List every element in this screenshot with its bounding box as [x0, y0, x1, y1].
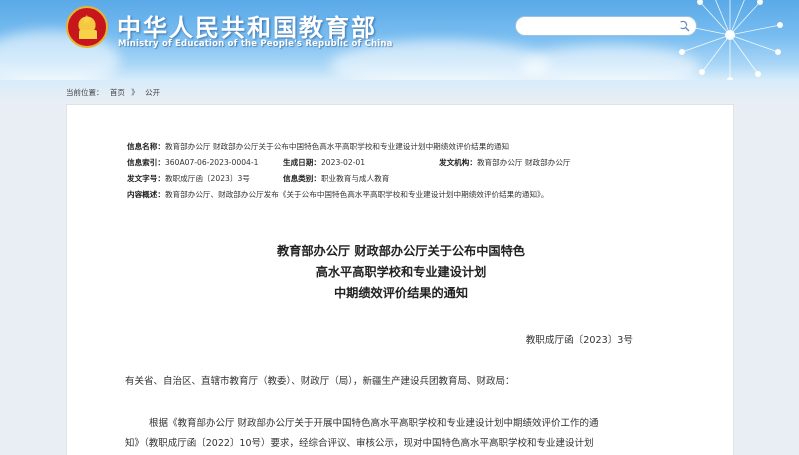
meta-label: 生成日期： — [283, 158, 321, 167]
document-title-line: 高水平高职学校和专业建设计划 — [315, 265, 487, 279]
meta-date: 生成日期：2023-02-01 — [283, 157, 365, 168]
meta-label: 内容概述： — [127, 190, 165, 199]
meta-value: 教育部办公厅 财政部办公厅关于公布中国特色高水平高职学校和专业建设计划中期绩效评… — [164, 142, 510, 151]
document-number: 教职成厅函〔2023〕3号 — [525, 335, 633, 346]
document-title-line: 教育部办公厅 财政部办公厅关于公布中国特色 — [277, 244, 525, 258]
meta-issuer: 发文机构：教育部办公厅 财政部办公厅 — [439, 157, 571, 168]
meta-summary: 内容概述：教育部办公厅、财政部办公厅发布《关于公布中国特色高水平高职学校和专业建… — [127, 189, 548, 200]
document-addressee: 有关省、自治区、直辖市教育厅（教委）、财政厅（局），新疆生产建设兵团教育局、财政… — [125, 376, 515, 387]
breadcrumb: 当前位置： 首页 》 公开 — [66, 87, 164, 98]
breadcrumb-separator: 》 — [131, 88, 139, 97]
site-header: ★ 中华人民共和国教育部 Ministry of Education of th… — [0, 0, 799, 80]
document-title: 教育部办公厅 财政部办公厅关于公布中国特色 高水平高职学校和专业建设计划 中期绩… — [67, 241, 735, 304]
meta-label: 发文机构： — [439, 158, 477, 167]
meta-label: 发文字号： — [127, 174, 165, 183]
meta-category: 信息类别：职业教育与成人教育 — [283, 173, 389, 184]
document-title-line: 中期绩效评价结果的通知 — [333, 286, 469, 300]
meta-label: 信息索引： — [127, 158, 165, 167]
breadcrumb-item-home[interactable]: 首页 — [110, 88, 125, 97]
breadcrumb-label: 当前位置： — [66, 88, 104, 97]
document-body-line: 知》（教职成厅函〔2022〕10号）要求，经综合评议、审核公示，现对中国特色高水… — [125, 438, 594, 449]
meta-value: 教育部办公厅、财政部办公厅发布《关于公布中国特色高水平高职学校和专业建设计划中期… — [164, 190, 549, 199]
dandelion-decoration — [677, 0, 783, 80]
site-subtitle: Ministry of Education of the People's Re… — [118, 39, 393, 49]
meta-info-name: 信息名称：教育部办公厅 财政部办公厅关于公布中国特色高水平高职学校和专业建设计划… — [127, 141, 509, 152]
meta-index: 信息索引：360A07-06-2023-0004-1 — [127, 157, 258, 168]
meta-label: 信息类别： — [283, 174, 321, 183]
meta-doc-no: 发文字号：教职成厅函〔2023〕3号 — [127, 173, 250, 184]
breadcrumb-item-public[interactable]: 公开 — [145, 88, 160, 97]
national-emblem-icon[interactable]: ★ — [66, 6, 108, 48]
document-body-line: 根据《教育部办公厅 财政部办公厅关于开展中国特色高水平高职学校和专业建设计划中期… — [149, 418, 599, 429]
site-title[interactable]: 中华人民共和国教育部 — [117, 8, 377, 43]
meta-value: 360A07-06-2023-0004-1 — [164, 158, 259, 167]
meta-value: 教育部办公厅 财政部办公厅 — [476, 158, 571, 167]
meta-value: 职业教育与成人教育 — [320, 174, 390, 183]
meta-value: 2023-02-01 — [320, 158, 366, 167]
article-panel: 信息名称：教育部办公厅 财政部办公厅关于公布中国特色高水平高职学校和专业建设计划… — [66, 104, 734, 455]
meta-label: 信息名称： — [127, 142, 165, 151]
meta-value: 教职成厅函〔2023〕3号 — [164, 174, 250, 183]
